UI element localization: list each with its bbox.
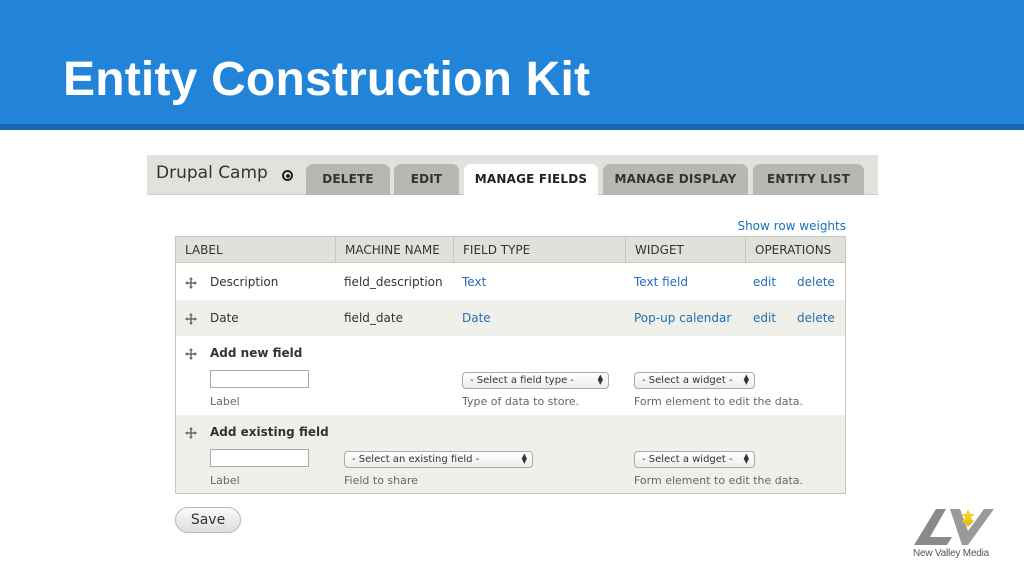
row-label: Description [210,275,279,289]
tab-delete[interactable]: DELETE [306,164,390,195]
slide-title: Entity Construction Kit [63,53,591,106]
row-widget-link[interactable]: Pop-up calendar [634,311,731,325]
row-delete-link[interactable]: delete [797,311,835,325]
row-widget-link[interactable]: Text field [634,275,688,289]
header-field-type: FIELD TYPE [453,237,625,263]
logo-mark-icon [914,509,994,545]
field-type-select-value: - Select a field type - [470,375,575,386]
logo-text: New Valley Media [912,548,990,559]
new-widget-select-value: - Select a widget - [642,375,733,386]
move-handle-icon[interactable] [185,277,197,289]
plus-circle-icon[interactable] [282,170,293,181]
select-arrows-icon: ▲ ▼ [743,373,749,386]
existing-field-label-help: Label [210,474,240,487]
row-field-type-link[interactable]: Text [462,275,486,289]
existing-widget-help: Form element to edit the data. [634,474,804,487]
move-handle-icon[interactable] [185,427,197,439]
tab-manage-display[interactable]: MANAGE DISPLAY [603,164,748,195]
new-field-label-help: Label [210,395,240,408]
existing-field-help: Field to share [344,474,418,487]
add-existing-field-row: Add existing field Label - Select an exi… [176,415,845,493]
select-arrows-icon: ▲ ▼ [597,373,603,386]
existing-widget-select[interactable]: - Select a widget - ▲ ▼ [634,451,755,468]
new-field-label-input[interactable] [210,370,309,388]
table-row: Description field_description Text Text … [176,264,845,300]
header-machine-name: MACHINE NAME [335,237,453,263]
row-label: Date [210,311,239,325]
row-edit-link[interactable]: edit [753,311,776,325]
existing-widget-select-value: - Select a widget - [642,454,733,465]
select-arrows-icon: ▲ ▼ [521,452,527,465]
row-machine-name: field_description [344,275,443,289]
row-edit-link[interactable]: edit [753,275,776,289]
field-type-select[interactable]: - Select a field type - ▲ ▼ [462,372,609,389]
site-name[interactable]: Drupal Camp [156,163,268,183]
new-valley-media-logo: New Valley Media [906,505,996,565]
existing-field-select-value: - Select an existing field - [352,454,480,465]
add-existing-field-title: Add existing field [210,425,329,439]
row-delete-link[interactable]: delete [797,275,835,289]
header-widget: WIDGET [625,237,745,263]
drupal-screenshot: Drupal Camp DELETE EDIT MANAGE FIELDS MA… [147,155,878,535]
new-widget-help: Form element to edit the data. [634,395,804,408]
tab-bar: Drupal Camp DELETE EDIT MANAGE FIELDS MA… [147,155,878,196]
header-operations: OPERATIONS [745,237,845,263]
save-button[interactable]: Save [175,507,241,533]
field-type-help: Type of data to store. [462,395,579,408]
tab-edit[interactable]: EDIT [394,164,459,195]
add-new-field-row: Add new field Label - Select a field typ… [176,336,845,415]
new-widget-select[interactable]: - Select a widget - ▲ ▼ [634,372,755,389]
move-handle-icon[interactable] [185,348,197,360]
tab-entity-list[interactable]: ENTITY LIST [753,164,864,195]
row-field-type-link[interactable]: Date [462,311,491,325]
existing-field-label-input[interactable] [210,449,309,467]
move-handle-icon[interactable] [185,313,197,325]
table-row: Date field_date Date Pop-up calendar edi… [176,300,845,336]
select-arrows-icon: ▲ ▼ [743,452,749,465]
header-rule [0,124,1024,130]
add-new-field-title: Add new field [210,346,303,360]
header-label: LABEL [185,243,223,257]
show-row-weights-link[interactable]: Show row weights [737,219,846,233]
table-header: LABEL MACHINE NAME FIELD TYPE WIDGET OPE… [176,237,845,263]
fields-table: LABEL MACHINE NAME FIELD TYPE WIDGET OPE… [175,236,846,494]
row-machine-name: field_date [344,311,403,325]
tab-manage-fields[interactable]: MANAGE FIELDS [464,164,598,196]
existing-field-select[interactable]: - Select an existing field - ▲ ▼ [344,451,533,468]
